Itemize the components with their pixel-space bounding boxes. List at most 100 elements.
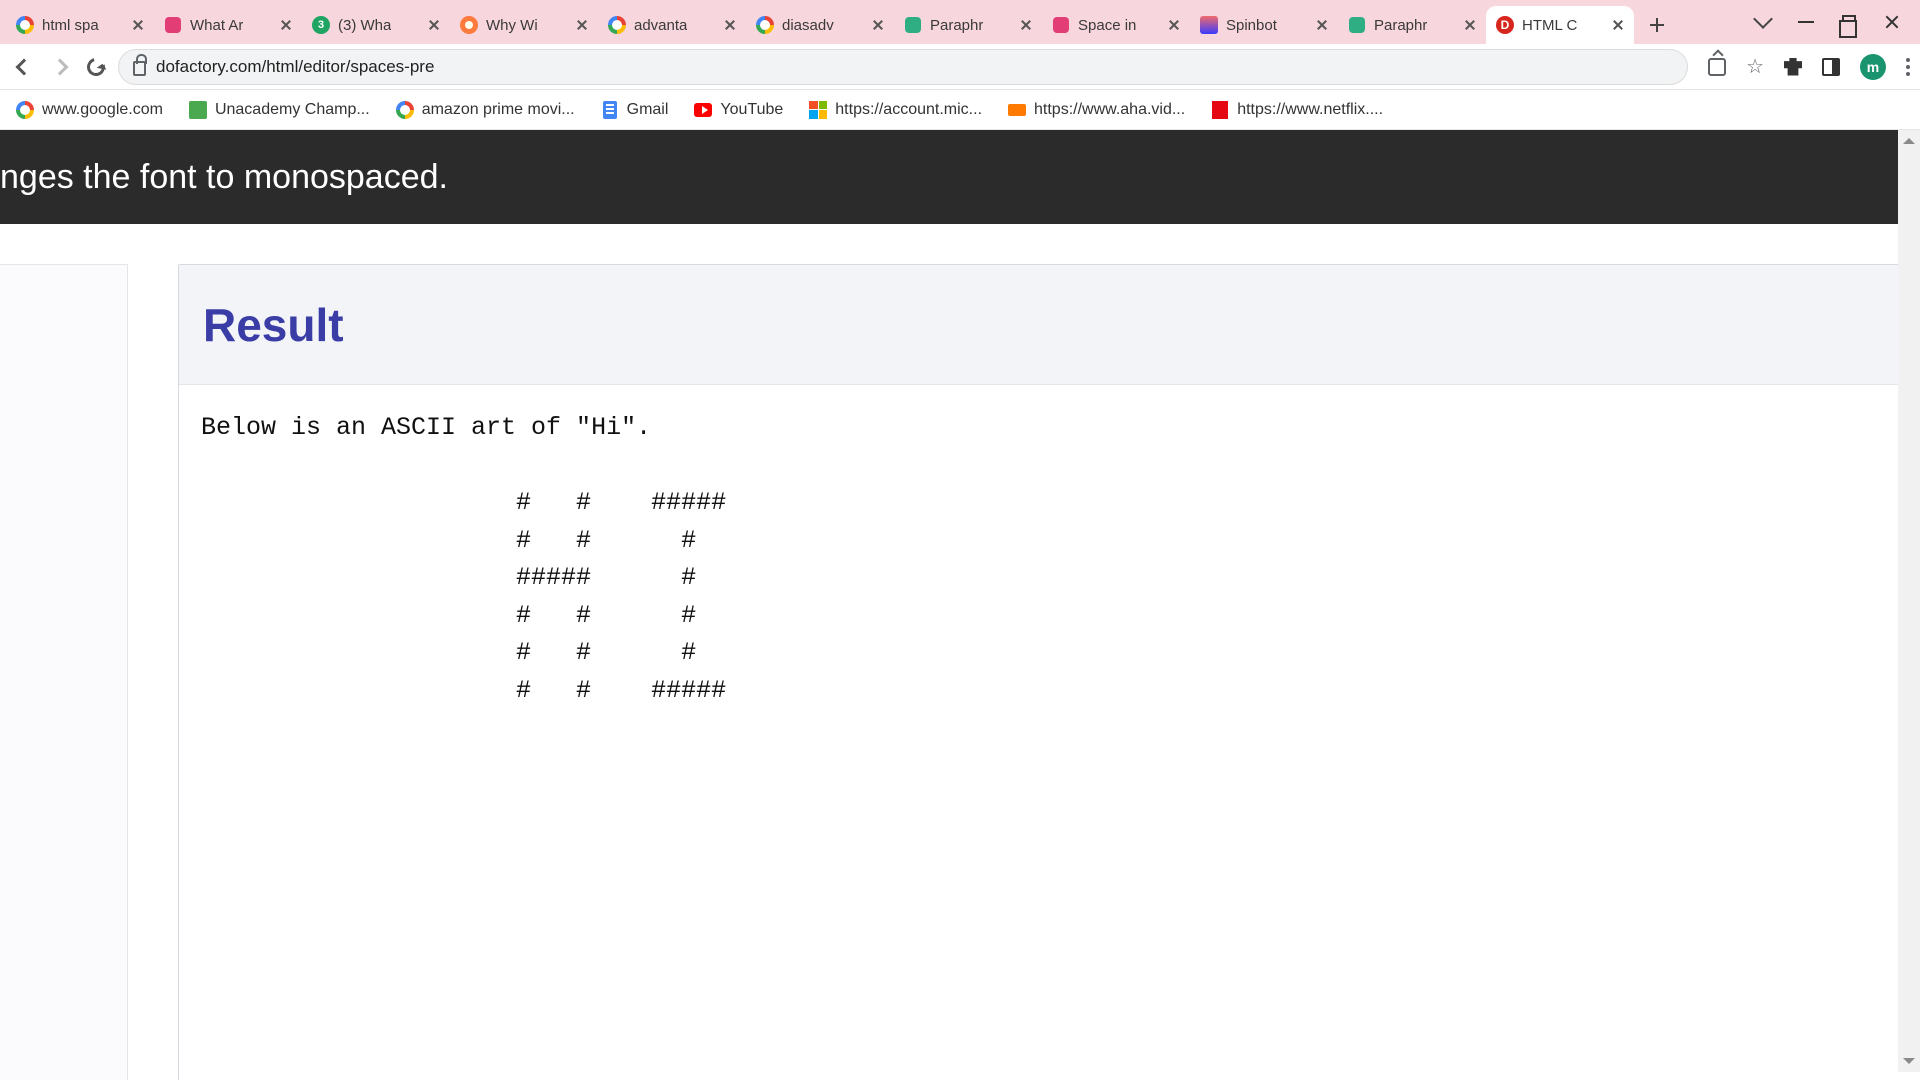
tab-title: HTML C [1522, 17, 1577, 34]
tab-favicon [164, 16, 182, 34]
bookmark-label: https://account.mic... [835, 101, 982, 119]
bookmark-favicon [694, 101, 712, 119]
tab-title: Spinbot [1226, 17, 1277, 34]
browser-tab[interactable]: D HTML C [1486, 6, 1634, 44]
tab-close-button[interactable] [1464, 19, 1476, 31]
tab-favicon [1200, 16, 1218, 34]
page-banner-text: nges the font to monospaced. [0, 158, 448, 197]
tab-title: diasadv [782, 17, 834, 34]
bookmark-item[interactable]: https://www.aha.vid... [1008, 101, 1185, 119]
tab-close-button[interactable] [1612, 19, 1624, 31]
browser-tab[interactable]: Spinbot [1190, 6, 1338, 44]
tab-favicon [904, 16, 922, 34]
tab-title: (3) Wha [338, 17, 391, 34]
arrow-right-icon [52, 58, 69, 75]
tab-title: Paraphr [1374, 17, 1427, 34]
bookmark-label: https://www.aha.vid... [1034, 101, 1185, 119]
lock-icon [133, 61, 146, 76]
tab-close-button[interactable] [1020, 19, 1032, 31]
result-panel: Result Below is an ASCII art of "Hi". # … [178, 264, 1920, 1080]
browser-tab[interactable]: 3(3) Wha [302, 6, 450, 44]
new-tab-button[interactable] [1642, 10, 1672, 40]
tab-favicon [1348, 16, 1366, 34]
bookmark-item[interactable]: https://www.netflix.... [1211, 101, 1383, 119]
tab-favicon [1052, 16, 1070, 34]
browser-tab[interactable]: Space in [1042, 6, 1190, 44]
bookmark-item[interactable]: amazon prime movi... [396, 101, 575, 119]
bookmark-favicon [809, 101, 827, 119]
scroll-down-button[interactable] [1898, 1050, 1920, 1072]
bookmark-item[interactable]: Gmail [601, 101, 669, 119]
browser-tab[interactable]: Paraphr [894, 6, 1042, 44]
url-text: dofactory.com/html/editor/spaces-pre [156, 57, 434, 77]
tab-close-button[interactable] [132, 19, 144, 31]
tab-close-button[interactable] [1316, 19, 1328, 31]
window-close-button[interactable] [1884, 14, 1900, 30]
profile-avatar[interactable]: m [1860, 54, 1886, 80]
bookmark-label: www.google.com [42, 101, 163, 119]
scroll-up-button[interactable] [1898, 130, 1920, 152]
bookmark-label: Unacademy Champ... [215, 101, 370, 119]
window-maximize-button[interactable] [1842, 15, 1856, 29]
result-body: Below is an ASCII art of "Hi". # # #####… [179, 385, 1920, 733]
tab-close-button[interactable] [280, 19, 292, 31]
bookmark-favicon [16, 101, 34, 119]
browser-toolbar: dofactory.com/html/editor/spaces-pre ☆ m [0, 44, 1920, 90]
tab-search-icon[interactable] [1753, 9, 1773, 29]
tab-close-button[interactable] [1168, 19, 1180, 31]
window-controls [1756, 0, 1914, 44]
bookmark-item[interactable]: www.google.com [16, 101, 163, 119]
page-body: Result Below is an ASCII art of "Hi". # … [0, 224, 1920, 1080]
bookmark-label: YouTube [720, 101, 783, 119]
browser-tab[interactable]: html spa [6, 6, 154, 44]
bookmark-label: amazon prime movi... [422, 101, 575, 119]
forward-button[interactable] [46, 53, 74, 81]
extensions-icon[interactable] [1784, 58, 1802, 76]
tab-favicon [756, 16, 774, 34]
browser-tab[interactable]: diasadv [746, 6, 894, 44]
window-minimize-button[interactable] [1798, 21, 1814, 23]
reload-button[interactable] [82, 53, 110, 81]
tab-favicon [16, 16, 34, 34]
address-bar[interactable]: dofactory.com/html/editor/spaces-pre [118, 49, 1688, 85]
tab-title: Space in [1078, 17, 1136, 34]
bookmark-label: https://www.netflix.... [1237, 101, 1383, 119]
bookmark-star-icon[interactable]: ☆ [1746, 54, 1764, 79]
tab-favicon: D [1496, 16, 1514, 34]
browser-tab-strip: html spa What Ar 3(3) Wha Why Wi advanta dias… [0, 0, 1920, 44]
menu-button[interactable] [1906, 58, 1910, 76]
browser-tab[interactable]: Paraphr [1338, 6, 1486, 44]
tab-close-button[interactable] [428, 19, 440, 31]
page-scrollbar[interactable] [1898, 130, 1920, 1072]
bookmark-item[interactable]: https://account.mic... [809, 101, 982, 119]
back-button[interactable] [10, 53, 38, 81]
arrow-left-icon [16, 58, 33, 75]
tab-title: advanta [634, 17, 687, 34]
editor-sidebar-stub [0, 264, 128, 1080]
bookmark-favicon [1211, 101, 1229, 119]
tab-title: Why Wi [486, 17, 538, 34]
tab-favicon [460, 16, 478, 34]
browser-tab[interactable]: advanta [598, 6, 746, 44]
bookmarks-bar: www.google.com Unacademy Champ... amazon p… [0, 90, 1920, 130]
result-heading: Result [203, 298, 344, 352]
browser-tab[interactable]: What Ar [154, 6, 302, 44]
tab-title: What Ar [190, 17, 243, 34]
bookmark-item[interactable]: Unacademy Champ... [189, 101, 370, 119]
bookmark-favicon [1008, 101, 1026, 119]
bookmark-favicon [601, 101, 619, 119]
browser-tab[interactable]: Why Wi [450, 6, 598, 44]
tab-title: html spa [42, 17, 99, 34]
bookmark-label: Gmail [627, 101, 669, 119]
tab-close-button[interactable] [872, 19, 884, 31]
page-banner: nges the font to monospaced. [0, 130, 1920, 224]
tab-title: Paraphr [930, 17, 983, 34]
reload-icon [84, 54, 109, 79]
side-panel-icon[interactable] [1822, 58, 1840, 76]
tab-close-button[interactable] [576, 19, 588, 31]
bookmark-favicon [189, 101, 207, 119]
share-icon[interactable] [1708, 58, 1726, 76]
tab-favicon [608, 16, 626, 34]
bookmark-item[interactable]: YouTube [694, 101, 783, 119]
tab-close-button[interactable] [724, 19, 736, 31]
